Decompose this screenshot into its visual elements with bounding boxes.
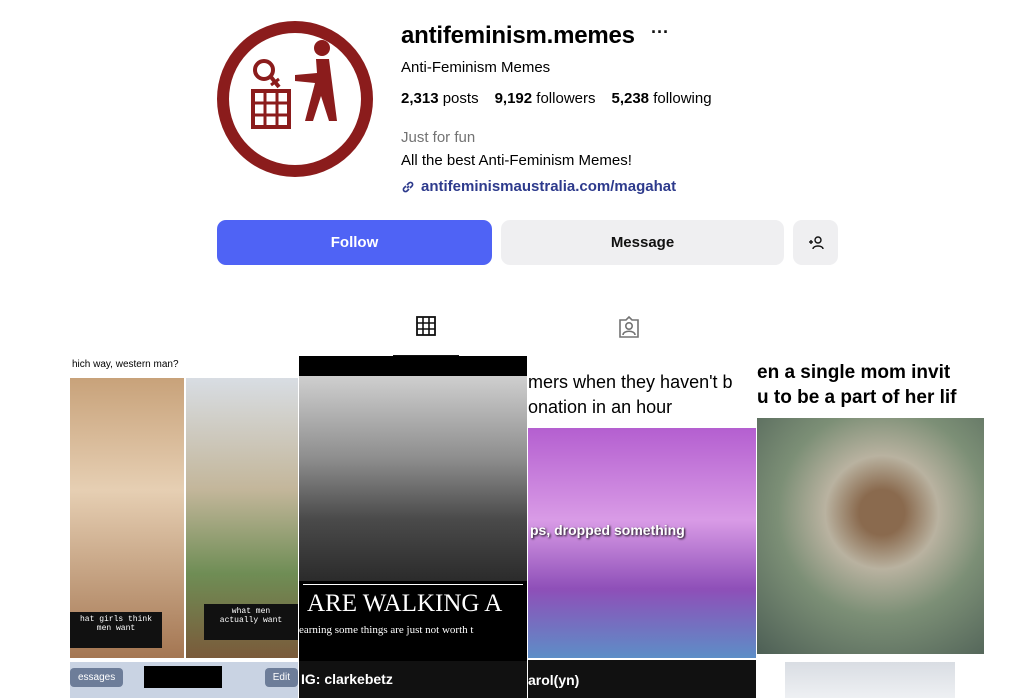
tab-posts[interactable] xyxy=(393,315,459,357)
trash-logo-icon xyxy=(217,21,373,177)
profile-username: antifeminism.memes xyxy=(401,22,635,49)
post-subline: earning some things are just not worth t xyxy=(299,624,474,636)
post-footer-box xyxy=(144,666,222,688)
posts-stat: 2,313 posts xyxy=(401,90,479,107)
post-image xyxy=(299,376,527,581)
post-image xyxy=(757,418,984,654)
add-person-icon xyxy=(808,235,824,249)
follow-button[interactable]: Follow xyxy=(217,220,492,265)
following-stat[interactable]: 5,238 following xyxy=(611,90,711,107)
grid-icon xyxy=(416,316,436,336)
profile-category: Just for fun xyxy=(401,129,476,146)
post-label-right: what men actually want xyxy=(204,604,298,640)
post-caption: hich way, western man? xyxy=(72,359,179,370)
post-frame xyxy=(303,584,523,585)
profile-avatar[interactable] xyxy=(217,21,373,177)
post-headline: ARE WALKING A xyxy=(307,590,503,617)
post-footer-text: arol(yn) xyxy=(528,672,580,688)
post-thumbnail[interactable]: mers when they haven't b onation in an h… xyxy=(528,356,756,698)
profile-full-name: Anti-Feminism Memes xyxy=(401,59,551,76)
post-footer: essages Edit xyxy=(70,662,298,698)
post-label-left: hat girls think men want xyxy=(70,612,162,648)
profile-bio: All the best Anti-Feminism Memes! xyxy=(401,152,632,169)
posts-grid: hich way, western man? hat girls think m… xyxy=(70,356,984,698)
profile-link-text[interactable]: antifeminismaustralia.com/magahat xyxy=(421,178,676,195)
post-footer-right: Edit xyxy=(264,668,298,687)
post-image-next xyxy=(785,662,955,698)
post-thumbnail[interactable]: ARE WALKING A earning some things are ju… xyxy=(299,356,527,698)
post-caption-line1: mers when they haven't b xyxy=(528,372,733,392)
post-footer: IG: clarkebetz xyxy=(299,661,527,698)
suggested-users-button[interactable] xyxy=(793,220,838,265)
more-options-icon[interactable]: ··· xyxy=(651,22,669,43)
post-thumbnail[interactable]: hich way, western man? hat girls think m… xyxy=(70,356,298,698)
post-footer-text: IG: clarkebetz xyxy=(301,671,393,687)
profile-link[interactable]: antifeminismaustralia.com/magahat xyxy=(401,178,676,195)
post-caption-line2: u to be a part of her lif xyxy=(757,387,957,408)
tab-tagged[interactable] xyxy=(596,315,662,355)
tagged-icon xyxy=(619,315,639,338)
link-icon xyxy=(402,181,414,192)
post-caption-line1: en a single mom invit xyxy=(757,362,951,383)
message-button[interactable]: Message xyxy=(501,220,784,265)
followers-stat[interactable]: 9,192 followers xyxy=(495,90,596,107)
post-footer: arol(yn) xyxy=(528,660,756,698)
post-thumbnail[interactable]: en a single mom invit u to be a part of … xyxy=(757,356,984,698)
profile-stats: 2,313 posts 9,192 followers 5,238 follow… xyxy=(401,90,712,107)
post-caption-line2: onation in an hour xyxy=(528,397,673,417)
post-image xyxy=(528,428,756,658)
post-overlay-text: ps, dropped something xyxy=(530,522,685,538)
post-footer-left: essages xyxy=(70,668,124,687)
